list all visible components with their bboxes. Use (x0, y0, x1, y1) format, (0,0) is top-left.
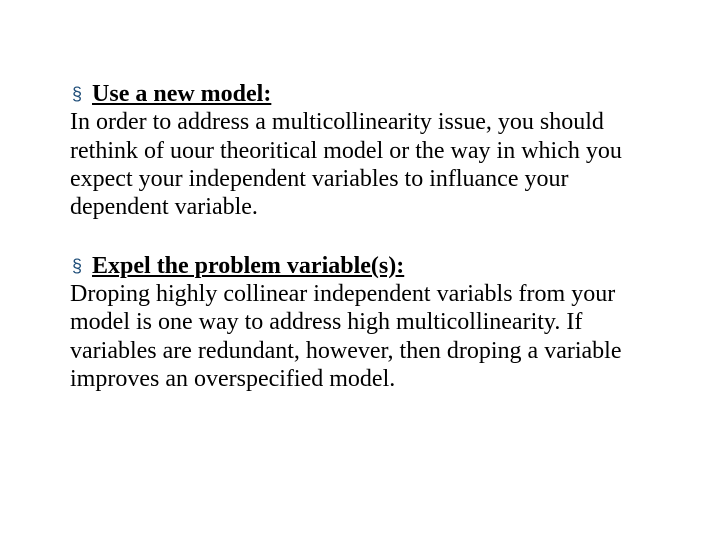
bullet-icon: § (72, 80, 82, 108)
slide: § Use a new model: In order to address a… (0, 0, 720, 540)
heading-2: Expel the problem variable(s): (92, 252, 404, 280)
block-1: § Use a new model: In order to address a… (70, 80, 650, 222)
body-2: Droping highly collinear independent var… (70, 280, 650, 393)
bullet-line: § Expel the problem variable(s): (70, 252, 650, 280)
block-2: § Expel the problem variable(s): Droping… (70, 252, 650, 394)
heading-1: Use a new model: (92, 80, 271, 108)
bullet-icon: § (72, 252, 82, 280)
bullet-line: § Use a new model: (70, 80, 650, 108)
body-1: In order to address a multicollinearity … (70, 108, 650, 221)
